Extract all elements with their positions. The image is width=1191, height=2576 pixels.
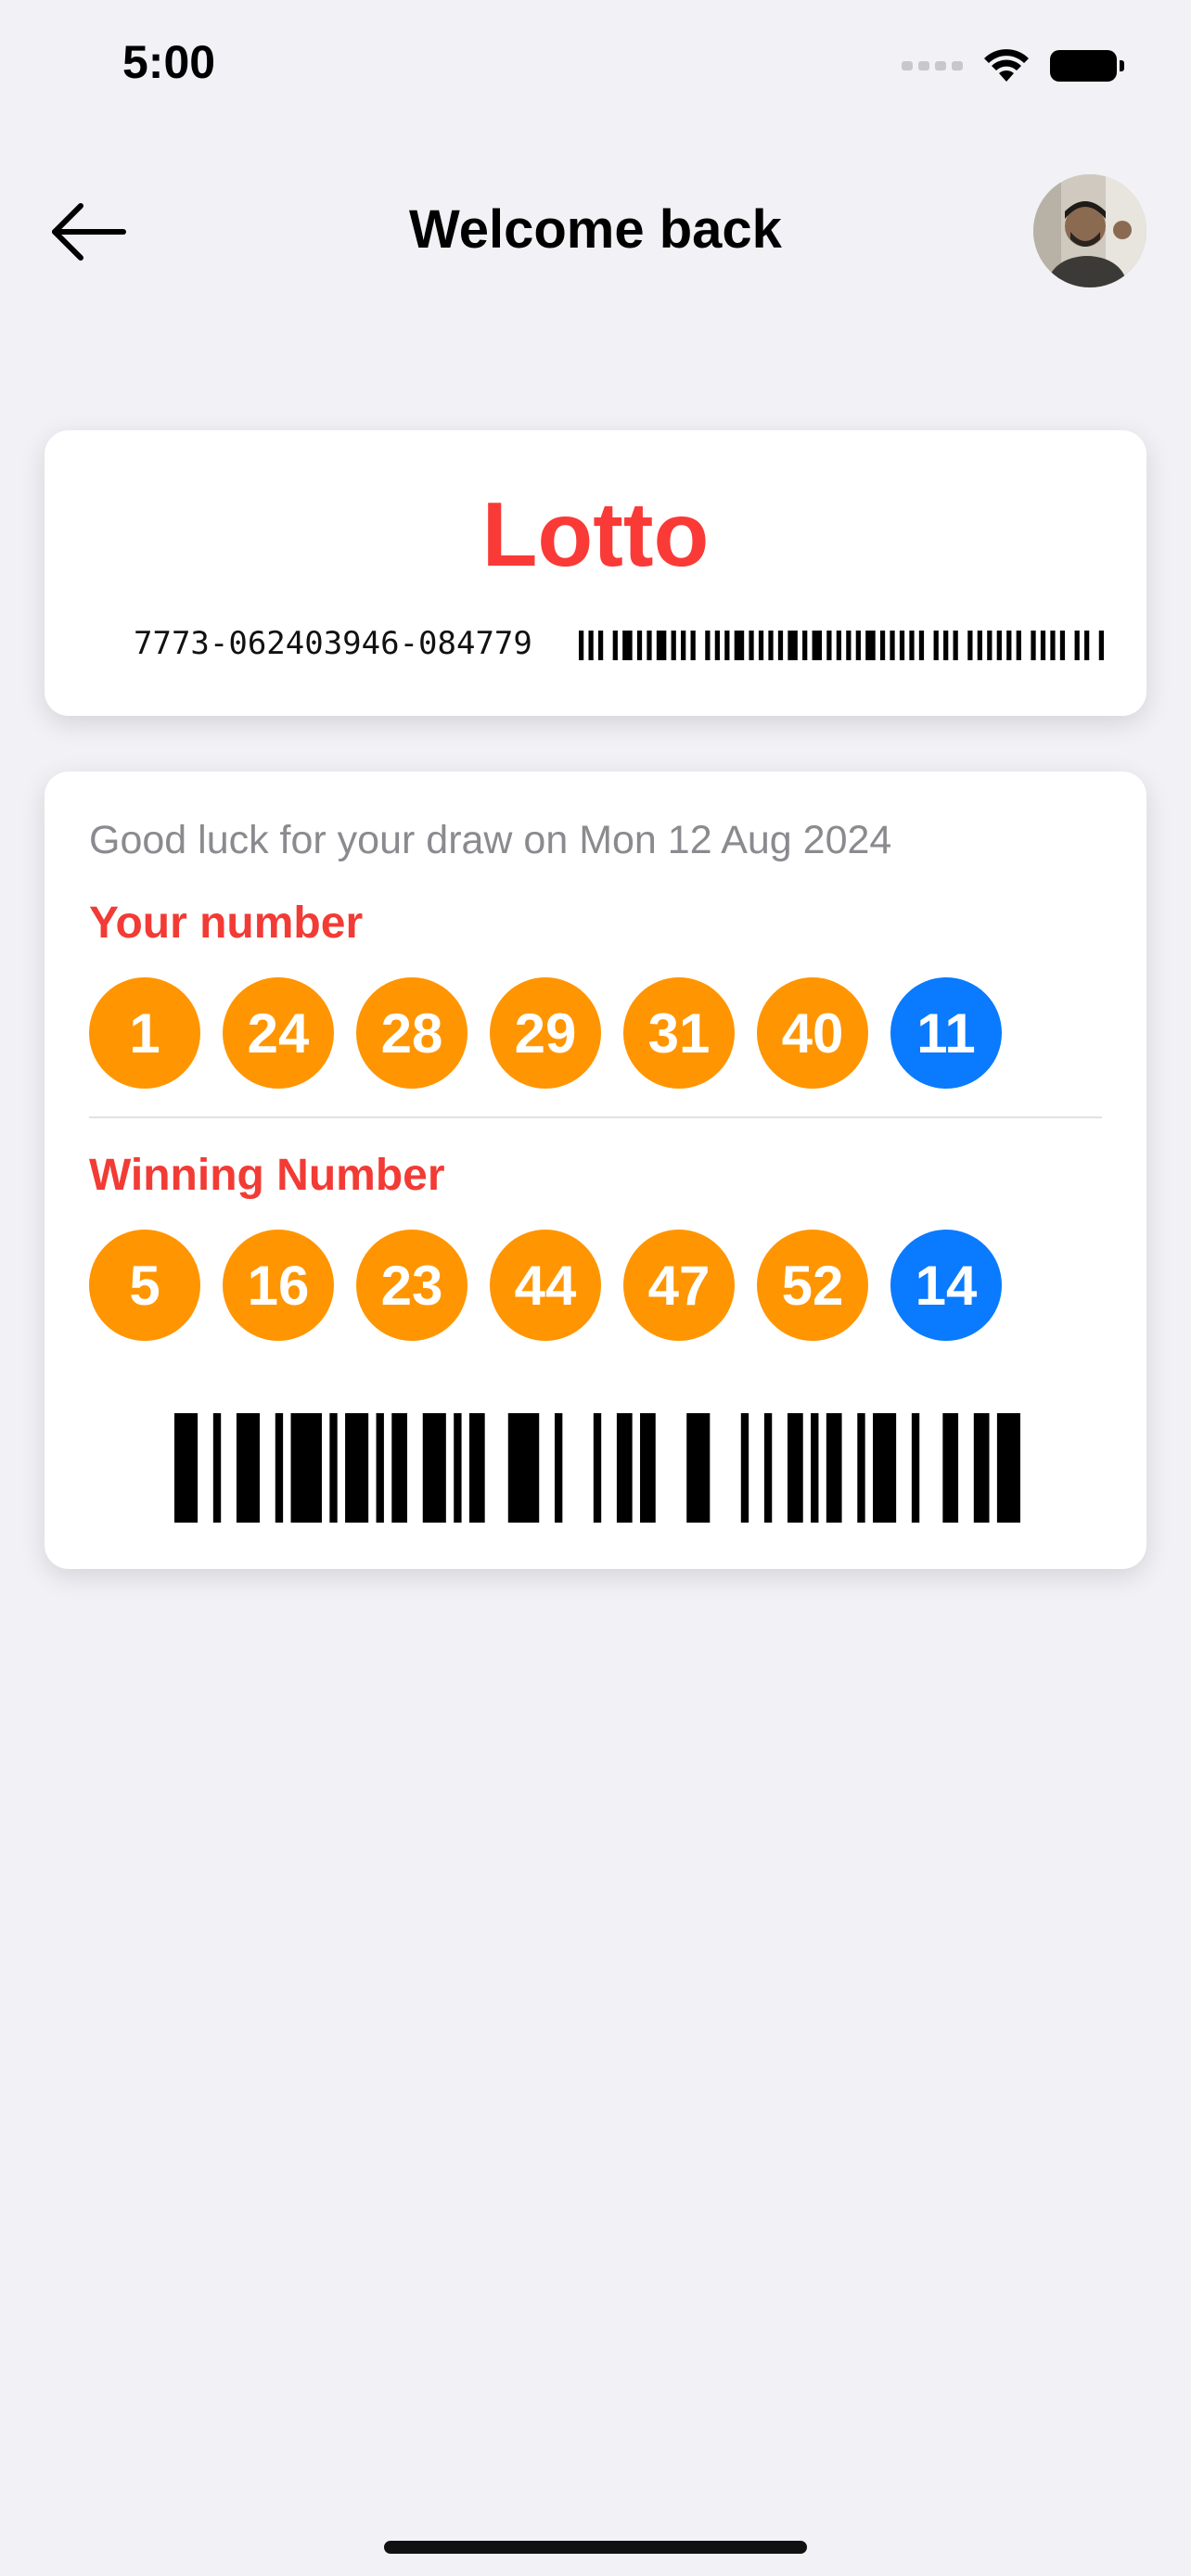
number-ball: 28 [356,977,467,1089]
your-numbers-row: 1 24 28 29 31 40 11 [89,977,1002,1089]
draw-card: Good luck for your draw on Mon 12 Aug 20… [45,772,1146,1569]
status-time: 5:00 [122,36,216,88]
home-indicator[interactable] [384,2541,807,2554]
page-title: Welcome back [409,199,782,260]
ticket-serial: 7773-062403946-084779 [134,625,532,662]
battery-icon [1050,50,1124,82]
ticket-card: Lotto 7773-062403946-084779 [45,430,1146,716]
your-number-label: Your number [89,899,364,948]
draw-info: Good luck for your draw on Mon 12 Aug 20… [89,818,892,862]
status-bar: 5:00 [0,0,1191,130]
number-ball: 24 [223,977,334,1089]
number-ball: 40 [757,977,868,1089]
signal-dots-icon [902,61,963,70]
wifi-icon [984,49,1029,82]
divider [89,1116,1102,1118]
winning-number-label: Winning Number [89,1151,445,1200]
avatar-image [1033,174,1146,287]
winning-numbers-row: 5 16 23 44 47 52 14 [89,1230,1002,1341]
ticket-title: Lotto [481,483,710,585]
avatar[interactable] [1033,174,1146,287]
bonus-ball: 14 [890,1230,1002,1341]
number-ball: 31 [623,977,735,1089]
ticket-barcode-small [579,631,1104,660]
status-icons [902,48,1124,83]
number-ball: 44 [490,1230,601,1341]
ticket-barcode-large [174,1413,1020,1523]
number-ball: 52 [757,1230,868,1341]
number-ball: 5 [89,1230,200,1341]
number-ball: 16 [223,1230,334,1341]
bonus-ball: 11 [890,977,1002,1089]
number-ball: 29 [490,977,601,1089]
nav-bar: Welcome back [0,167,1191,297]
number-ball: 47 [623,1230,735,1341]
number-ball: 1 [89,977,200,1089]
number-ball: 23 [356,1230,467,1341]
